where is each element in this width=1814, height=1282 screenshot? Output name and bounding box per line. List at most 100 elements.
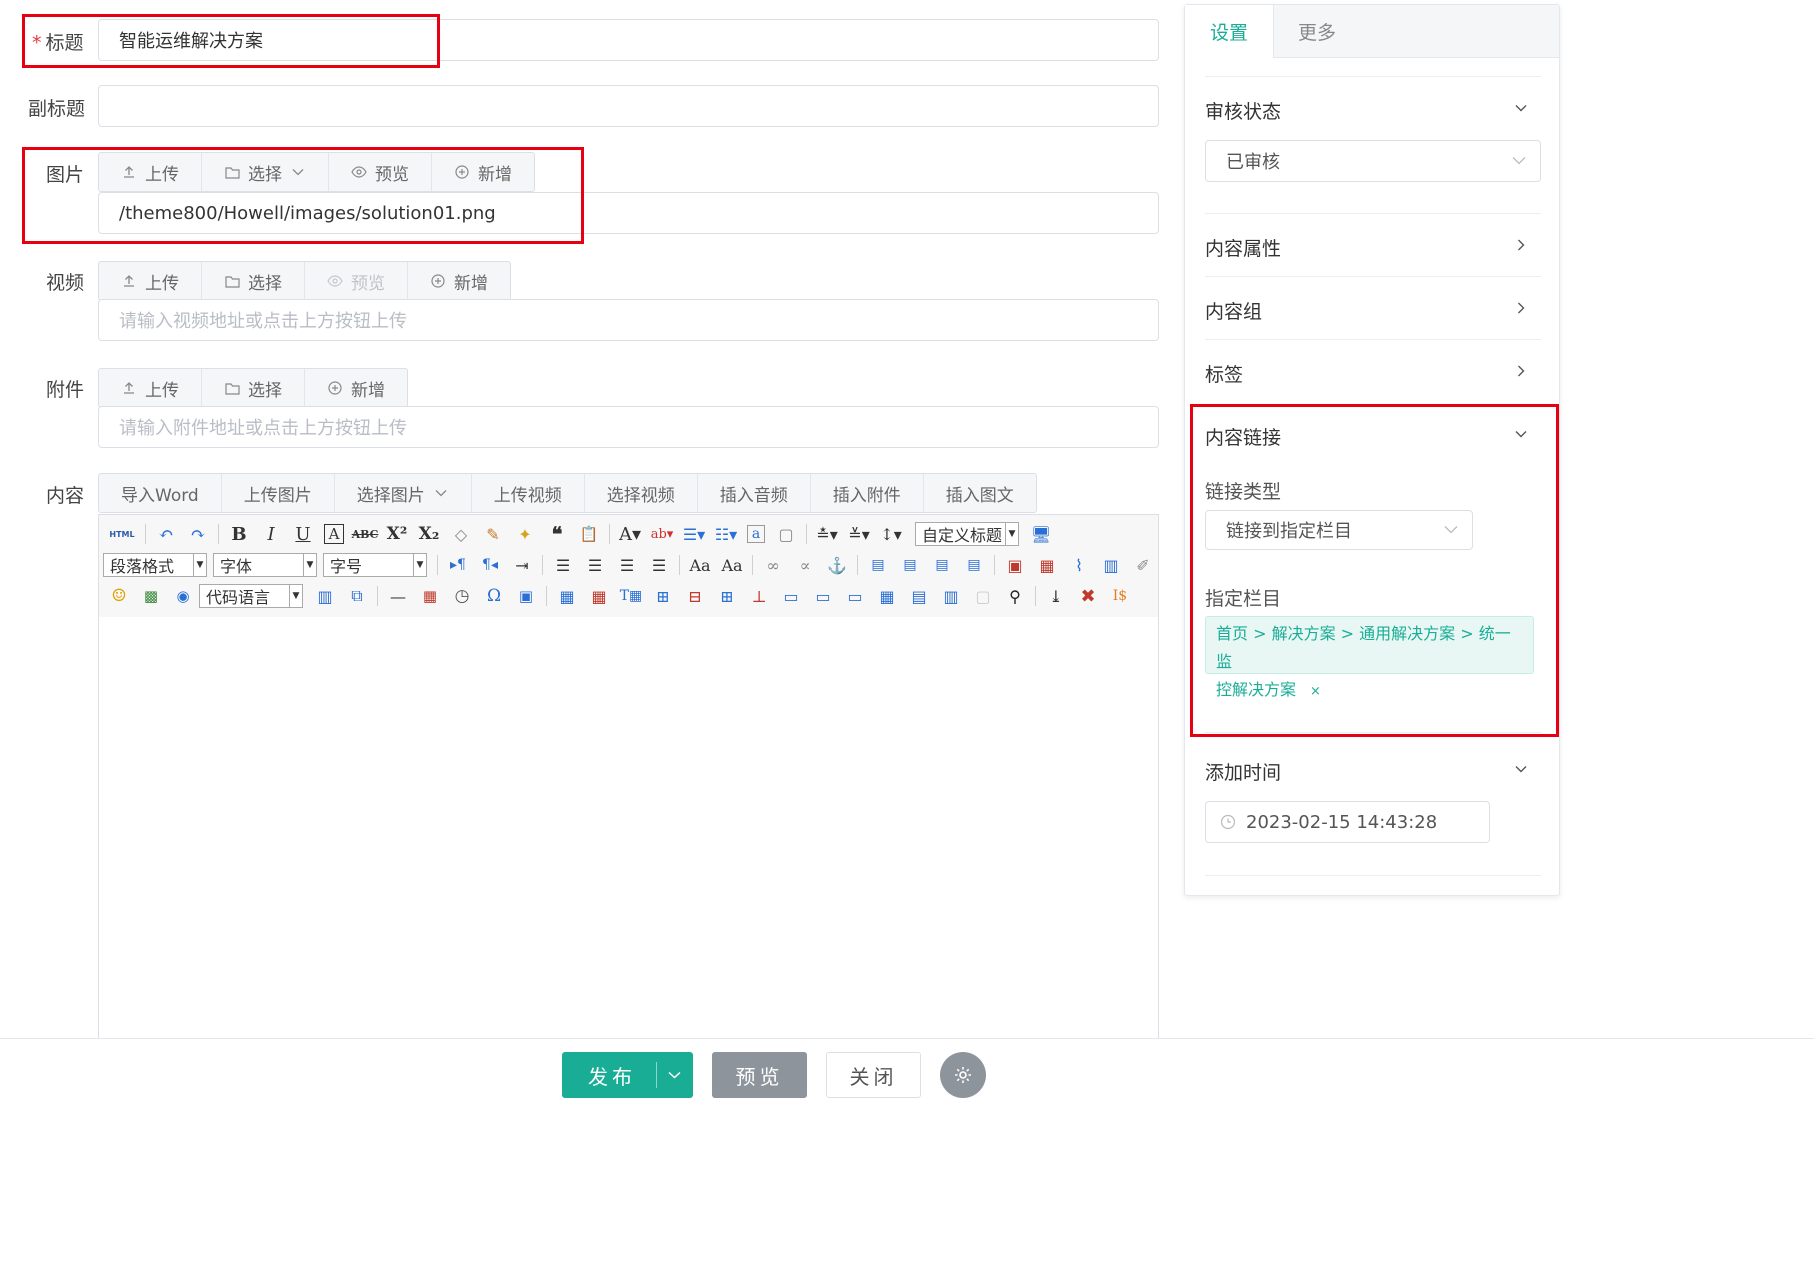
background-image-icon[interactable]: ▩ [140, 585, 162, 607]
subtitle-input[interactable] [98, 85, 1159, 127]
attachment-url-input[interactable]: 请输入附件地址或点击上方按钮上传 [98, 406, 1159, 448]
split-rows-icon[interactable]: ▤ [908, 585, 930, 607]
align-left-icon[interactable]: ☰ [552, 554, 574, 576]
content-tab-select-image[interactable]: 选择图片 [335, 474, 472, 512]
chevron-right-icon[interactable] [1515, 302, 1527, 314]
chevron-down-icon[interactable] [668, 1071, 681, 1079]
chevron-down-icon[interactable] [1515, 763, 1527, 775]
time-icon[interactable]: ◷ [451, 585, 473, 607]
content-group-title[interactable]: 内容组 [1205, 297, 1262, 324]
content-tab-select-video[interactable]: 选择视频 [585, 474, 698, 512]
underline-icon[interactable]: U [292, 523, 314, 545]
word-image-icon[interactable]: ▣ [515, 585, 537, 607]
tags-title[interactable]: 标签 [1205, 360, 1243, 387]
align-center-icon[interactable]: ☰ [584, 554, 606, 576]
chevron-down-icon[interactable] [1515, 102, 1527, 114]
print-icon[interactable]: ▢ [972, 585, 994, 607]
merge-right-icon[interactable]: ▭ [812, 585, 834, 607]
unordered-list-icon[interactable]: ☷▾ [715, 523, 737, 545]
format-painter-icon[interactable]: ✎ [482, 523, 504, 545]
date-icon[interactable]: ▦ [419, 585, 441, 607]
merge-down-icon[interactable]: ▭ [844, 585, 866, 607]
horizontal-rule-icon[interactable]: — [387, 585, 409, 607]
line-height-icon[interactable]: ↕▾ [880, 523, 902, 545]
delete-col-icon[interactable]: ⊥ [748, 585, 770, 607]
image-none-icon[interactable]: ▤ [867, 554, 889, 576]
video-upload-button[interactable]: 上传 [99, 262, 202, 300]
close-mark-icon[interactable]: ✖ [1077, 585, 1099, 607]
attachment-upload-button[interactable]: 上传 [99, 369, 202, 407]
video-preview-button[interactable]: 预览 [305, 262, 408, 300]
uppercase-icon[interactable]: Aa [689, 554, 711, 576]
italic-icon[interactable]: I [260, 523, 282, 545]
video-url-input[interactable]: 请输入视频地址或点击上方按钮上传 [98, 299, 1159, 341]
content-tab-import-word[interactable]: 导入Word [99, 474, 222, 512]
content-tab-insert-audio[interactable]: 插入音频 [698, 474, 811, 512]
auto-typeset-icon[interactable]: I$ [1109, 585, 1131, 607]
lowercase-icon[interactable]: Aa [721, 554, 743, 576]
template-icon[interactable]: ▥ [314, 585, 336, 607]
insert-frame-icon[interactable]: ⧉ [346, 585, 368, 607]
font-size-select[interactable]: 字号 ▼ [323, 553, 427, 577]
video-select-button[interactable]: 选择 [202, 262, 305, 300]
anchor-icon[interactable]: ⚓ [826, 554, 848, 576]
close-button[interactable]: 关闭 [826, 1052, 921, 1098]
split-cells-icon[interactable]: ▦ [876, 585, 898, 607]
insert-paragraph-before-table-icon[interactable]: T▦ [620, 585, 643, 607]
chevron-right-icon[interactable] [1515, 365, 1527, 377]
row-spacing-bottom-icon[interactable]: ≚▾ [848, 523, 870, 545]
delete-row-icon[interactable]: ⊟ [684, 585, 706, 607]
video-add-button[interactable]: 新增 [408, 262, 510, 300]
review-status-title[interactable]: 审核状态 [1205, 97, 1281, 124]
page-break-icon[interactable]: ⤓ [1045, 585, 1067, 607]
multi-image-icon[interactable]: ▦ [1036, 554, 1058, 576]
preview-button[interactable]: 预览 [712, 1052, 807, 1098]
clear-doc-icon[interactable]: ▢ [775, 523, 797, 545]
split-cols-icon[interactable]: ▥ [940, 585, 962, 607]
html-source-icon[interactable]: HTML [108, 523, 136, 545]
attachment-add-button[interactable]: 新增 [305, 369, 407, 407]
image-right-icon[interactable]: ▤ [931, 554, 953, 576]
video-icon[interactable]: ▥ [1100, 554, 1122, 576]
select-all-icon[interactable]: a [747, 525, 765, 543]
paragraph-format-select[interactable]: 段落格式 ▼ [103, 553, 207, 577]
chevron-right-icon[interactable] [1515, 239, 1527, 251]
editor-body[interactable] [98, 617, 1159, 1038]
image-center-icon[interactable]: ▤ [963, 554, 985, 576]
insert-image-icon[interactable]: ▣ [1004, 554, 1026, 576]
map-icon[interactable]: ◉ [172, 585, 194, 607]
special-char-icon[interactable]: Ω [483, 585, 505, 607]
redo-icon[interactable]: ↷ [187, 523, 209, 545]
blockquote-icon[interactable]: ❝ [546, 522, 568, 546]
superscript-icon[interactable]: X² [386, 523, 408, 545]
content-tab-upload-video[interactable]: 上传视频 [472, 474, 585, 512]
link-icon[interactable]: ∞ [762, 554, 784, 576]
align-justify-icon[interactable]: ☰ [648, 554, 670, 576]
tab-settings[interactable]: 设置 [1185, 5, 1274, 58]
highlight-color-icon[interactable]: ab▾ [651, 523, 674, 545]
undo-icon[interactable]: ↶ [155, 523, 177, 545]
row-spacing-top-icon[interactable]: ≛▾ [816, 523, 838, 545]
insert-col-icon[interactable]: ⊞ [716, 585, 738, 607]
strikethrough-icon[interactable]: ABC [352, 523, 379, 545]
add-time-input[interactable]: 2023-02-15 14:43:28 [1205, 801, 1490, 843]
indent-icon[interactable]: ⇥ [511, 554, 533, 576]
magic-wand-icon[interactable]: ✦ [514, 523, 536, 545]
code-language-select[interactable]: 代码语言 ▼ [199, 584, 303, 608]
search-replace-icon[interactable]: ⚲ [1004, 585, 1026, 607]
ordered-list-icon[interactable]: ☰▾ [683, 523, 705, 545]
insert-table-icon[interactable]: ▦ [556, 585, 578, 607]
add-time-title[interactable]: 添加时间 [1205, 758, 1281, 785]
fullscreen-icon[interactable]: 🖥 [1030, 523, 1052, 545]
scrawl-icon[interactable]: ✐ [1132, 554, 1154, 576]
font-color-icon[interactable]: A▾ [619, 523, 641, 545]
attachment-icon[interactable]: ⌇ [1068, 554, 1090, 576]
content-tab-insert-rich[interactable]: 插入图文 [924, 474, 1036, 512]
font-border-icon[interactable]: A [324, 524, 344, 544]
tab-more[interactable]: 更多 [1273, 5, 1361, 57]
delete-table-icon[interactable]: ▦ [588, 585, 610, 607]
content-attr-title[interactable]: 内容属性 [1205, 234, 1281, 261]
attachment-select-button[interactable]: 选择 [202, 369, 305, 407]
paste-text-icon[interactable]: 📋 [578, 523, 600, 545]
merge-cells-icon[interactable]: ▭ [780, 585, 802, 607]
